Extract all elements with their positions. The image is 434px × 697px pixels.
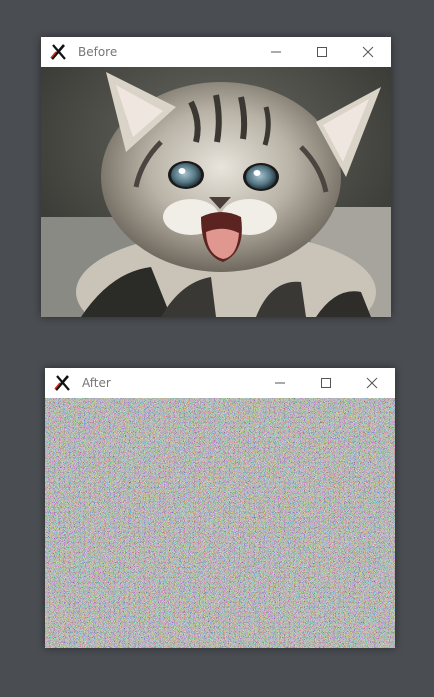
minimize-icon xyxy=(275,382,285,384)
before-window-titlebar[interactable]: Before xyxy=(41,37,391,67)
window-title: After xyxy=(82,376,111,390)
minimize-button[interactable] xyxy=(253,37,299,67)
close-icon xyxy=(366,377,378,389)
before-window[interactable]: Before xyxy=(41,37,391,317)
random-noise-image xyxy=(45,398,395,648)
close-button[interactable] xyxy=(345,37,391,67)
maximize-button[interactable] xyxy=(303,368,349,398)
window-title: Before xyxy=(78,45,118,59)
maximize-icon xyxy=(317,47,327,57)
kitten-photo xyxy=(41,67,391,317)
close-button[interactable] xyxy=(349,368,395,398)
maximize-button[interactable] xyxy=(299,37,345,67)
after-window[interactable]: After xyxy=(45,368,395,648)
minimize-button[interactable] xyxy=(257,368,303,398)
maximize-icon xyxy=(321,378,331,388)
minimize-icon xyxy=(271,51,281,53)
after-window-titlebar[interactable]: After xyxy=(45,368,395,398)
close-icon xyxy=(362,46,374,58)
x-logo-icon xyxy=(54,374,72,392)
x-logo-icon xyxy=(50,43,68,61)
